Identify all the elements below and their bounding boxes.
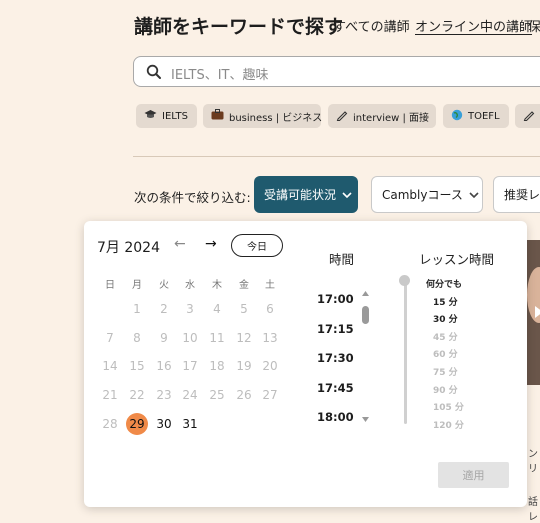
pen-icon [523,109,535,124]
apply-button[interactable]: 適用 [438,462,509,488]
lesson-duration-option: 75 分 [433,368,458,378]
weekday-label: 水 [185,280,195,291]
chip-label: business | ビジネス [229,112,323,124]
calendar-day: 6 [266,302,274,316]
search-icon [146,64,162,84]
pen-icon [336,109,348,124]
filter-label: 次の条件で絞り込む: [134,190,251,205]
nav-saved[interactable]: 保 [528,16,540,35]
calendar-day: 22 [129,388,145,402]
calendar-day: 7 [106,331,114,345]
time-scrollbar[interactable] [362,291,369,423]
lesson-duration-option: 90 分 [433,385,458,396]
lesson-duration-option[interactable]: 30 分 [433,312,458,325]
chip-more[interactable] [515,104,540,128]
background-text: ンリ [528,449,538,475]
calendar-day[interactable]: 29 [126,413,148,435]
time-slot[interactable]: 17:45 [317,381,354,395]
tutor-photo[interactable] [525,240,540,385]
calendar-day[interactable]: 31 [179,413,201,435]
chevron-down-icon [469,188,479,202]
weekday-label: 日 [105,280,115,291]
calendar-day: 8 [133,331,141,345]
calendar-day: 18 [209,359,225,373]
section-divider [133,156,540,157]
recommended-filter-label: 推奨レ [504,188,540,202]
calendar-day: 23 [156,388,172,402]
calendar-day: 5 [240,302,248,316]
availability-popover: 7月 2024 ← → 今日 日月火水木金土 1 2 3 4 5 6 7 8 9 10 11 12 13… [84,221,527,507]
chip-label: IELTS [162,110,188,122]
nav-all-tutors[interactable]: すべての講師 [333,16,410,35]
page-title: 講師をキーワードで探す [134,16,344,38]
calendar-day: 4 [213,302,221,316]
calendar-day: 20 [262,359,278,373]
calendar-month-label: 7月 2024 [97,240,160,256]
globe-icon [451,109,463,124]
calendar-day: 17 [182,359,198,373]
search-input[interactable]: IELTS、IT、趣味 [133,56,540,87]
calendar-day: 14 [102,359,118,373]
calendar-day: 27 [262,388,278,402]
chip-toefl[interactable]: TOEFL [443,104,509,128]
today-button[interactable]: 今日 [231,234,283,257]
calendar-day: 1 [133,302,141,316]
lesson-duration-option: 120 分 [433,420,464,431]
calendar-day: 12 [236,331,252,345]
lesson-duration-option: 105 分 [433,403,464,414]
availability-filter-button[interactable]: 受講可能状況 [254,176,358,213]
calendar-day: 2 [160,302,168,316]
chip-business[interactable]: business | ビジネス [203,104,323,128]
calendar-day: 13 [262,331,278,345]
calendar-day: 10 [182,331,198,345]
calendar-day: 28 [102,417,118,431]
calendar-day: 19 [236,359,252,373]
weekday-label: 土 [265,280,275,291]
calendar-day: 16 [156,359,172,373]
lesson-duration-option[interactable]: 15 分 [433,295,458,308]
time-slot[interactable]: 17:00 [317,292,354,306]
lesson-duration-option[interactable]: 何分でも [426,277,462,290]
calendar-day: 15 [129,359,145,373]
weekday-label: 月 [132,280,142,291]
chip-label: TOEFL [468,110,500,122]
weekday-label: 金 [239,280,249,291]
chip-label: interview | 面接 [353,112,430,124]
lesson-duration-slider-track[interactable] [404,280,407,424]
calendar-day: 26 [236,388,252,402]
next-month-arrow-icon[interactable]: → [205,236,217,252]
lesson-duration-heading: レッスン時間 [419,252,495,267]
briefcase-icon [211,109,224,123]
time-slot[interactable]: 17:30 [317,351,354,365]
lesson-duration-option: 45 分 [433,332,458,343]
calendar-day: 21 [102,388,118,402]
time-slot[interactable]: 17:15 [317,322,354,336]
course-filter-label: Camblyコース [382,188,463,202]
calendar-day: 24 [182,388,198,402]
calendar-day: 9 [160,331,168,345]
chevron-down-icon [342,188,352,202]
lesson-duration-slider-handle[interactable] [399,275,410,286]
nav-online-tutors[interactable]: オンライン中の講師 [415,16,532,35]
background-text: 話レ [528,497,538,523]
prev-month-arrow-icon[interactable]: ← [174,236,186,252]
course-filter-button[interactable]: Camblyコース [371,176,483,213]
chip-interview[interactable]: interview | 面接 [328,104,436,128]
recommended-filter-button[interactable]: 推奨レ [493,176,540,213]
graduation-cap-icon [144,109,157,123]
weekday-label: 火 [159,280,169,291]
calendar-day: 11 [209,331,225,345]
time-slot[interactable]: 18:00 [317,410,354,424]
calendar-day: 3 [186,302,194,316]
calendar-day: 25 [209,388,225,402]
time-heading: 時間 [329,252,355,267]
availability-filter-label: 受講可能状況 [264,188,337,202]
weekday-label: 木 [212,280,222,291]
lesson-duration-option: 60 分 [433,350,458,361]
calendar-day[interactable]: 30 [153,413,175,435]
chip-ielts[interactable]: IELTS [136,104,197,128]
search-placeholder: IELTS、IT、趣味 [171,68,269,83]
